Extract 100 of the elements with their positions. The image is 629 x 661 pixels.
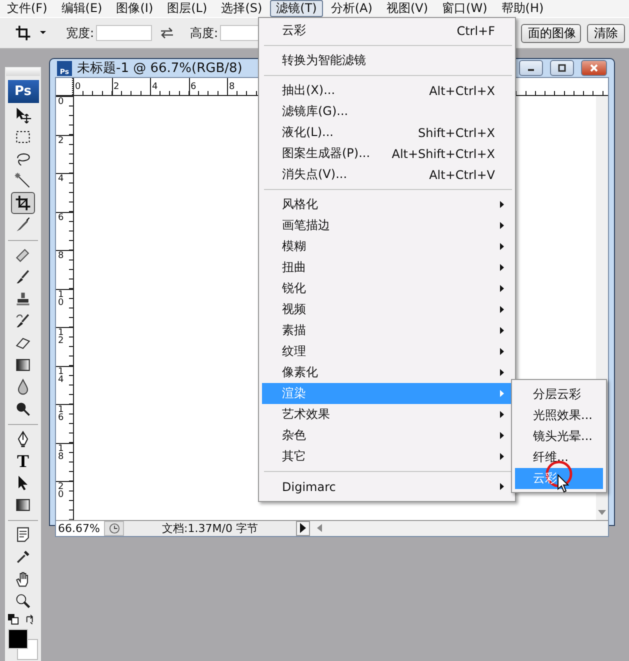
submenu-arrow-icon bbox=[500, 243, 504, 250]
minimize-button[interactable] bbox=[519, 60, 543, 76]
menu-item[interactable]: 图层(L) bbox=[161, 0, 214, 17]
restore-button[interactable] bbox=[550, 60, 574, 76]
menu-item[interactable]: 窗口(W) bbox=[436, 0, 494, 17]
submenu-arrow-icon bbox=[500, 222, 504, 229]
toolbar-button[interactable]: 清除 bbox=[587, 24, 625, 42]
menu-item[interactable]: 消失点(V)... Alt+Ctrl+V bbox=[262, 164, 512, 185]
ruler-number: 6 bbox=[190, 82, 196, 92]
app-logo: Ps bbox=[8, 80, 38, 103]
color-swatches-drawing[interactable] bbox=[7, 629, 39, 661]
scroll-left-icon[interactable] bbox=[316, 524, 322, 532]
menu-item[interactable]: 杂色 bbox=[262, 425, 512, 446]
dodge-icon bbox=[14, 400, 32, 418]
caret-icon[interactable] bbox=[40, 31, 46, 35]
brush-icon bbox=[14, 268, 32, 286]
history-brush-icon bbox=[14, 312, 32, 330]
ruler-number: 2 bbox=[112, 82, 120, 92]
menu-item[interactable]: 视频 bbox=[262, 299, 512, 320]
submenu-arrow-icon bbox=[500, 201, 504, 208]
ruler-number: 18 bbox=[57, 444, 64, 460]
dashed-rectangle-icon bbox=[14, 128, 32, 146]
status-button[interactable] bbox=[104, 520, 124, 536]
swap-colors-icon[interactable] bbox=[25, 614, 36, 625]
play-icon bbox=[300, 523, 306, 533]
crop-icon bbox=[14, 194, 32, 212]
submenu-arrow-icon bbox=[500, 483, 504, 490]
menu-item[interactable]: 选择(S) bbox=[215, 0, 268, 17]
submenu-arrow-icon bbox=[500, 327, 504, 334]
bandage-icon bbox=[14, 246, 32, 264]
ruler-number: 14 bbox=[57, 368, 64, 384]
menu-item[interactable]: 滤镜库(G)... bbox=[262, 101, 512, 122]
toolbox-grip[interactable] bbox=[6, 68, 40, 76]
stamp-icon bbox=[14, 290, 32, 308]
menu-item[interactable]: 扭曲 bbox=[262, 257, 512, 278]
menu-item[interactable]: 抽出(X)... Alt+Ctrl+X bbox=[262, 80, 512, 101]
menu-item[interactable]: 画笔描边 bbox=[262, 215, 512, 236]
move-arrow-icon bbox=[14, 106, 32, 124]
menu-item[interactable]: 镜头光晕... bbox=[515, 426, 603, 447]
submenu-arrow-icon bbox=[500, 264, 504, 271]
menu-item[interactable]: 风格化 bbox=[262, 194, 512, 215]
menu-item[interactable]: 编辑(E) bbox=[55, 0, 108, 17]
zoom-field[interactable]: 66.67% bbox=[56, 520, 104, 536]
menu-item[interactable]: 其它 bbox=[262, 446, 512, 467]
width-label: 宽度: bbox=[66, 24, 94, 42]
note-icon bbox=[14, 526, 32, 544]
ruler-number: 8 bbox=[57, 252, 64, 260]
tool-button[interactable] bbox=[11, 192, 35, 214]
magnifier-icon bbox=[14, 592, 32, 610]
menu-item[interactable]: 帮助(H) bbox=[495, 0, 550, 17]
knife-icon bbox=[14, 216, 32, 234]
menu-item[interactable]: 滤镜(T) bbox=[270, 0, 323, 17]
mouse-cursor-icon bbox=[557, 474, 569, 493]
default-colors-icon[interactable] bbox=[8, 614, 19, 625]
ruler-number: 4 bbox=[57, 175, 64, 183]
menu-item[interactable]: 转换为智能滤镜 bbox=[262, 50, 512, 71]
tool-button[interactable]: T bbox=[11, 450, 35, 472]
scroll-down-icon[interactable] bbox=[598, 510, 606, 516]
swap-icon[interactable] bbox=[160, 27, 174, 39]
menu-item[interactable]: Digimarc bbox=[262, 476, 512, 497]
submenu-arrow-icon bbox=[500, 432, 504, 439]
menu-item[interactable]: 素描 bbox=[262, 320, 512, 341]
rectangle-icon bbox=[14, 496, 32, 514]
restore-icon bbox=[557, 63, 567, 73]
submenu-arrow-icon bbox=[500, 369, 504, 376]
status-menu-button[interactable] bbox=[296, 520, 310, 536]
menu-item[interactable]: 锐化 bbox=[262, 278, 512, 299]
menu-item[interactable]: 文件(F) bbox=[1, 0, 54, 17]
eyedropper-icon bbox=[14, 548, 32, 566]
width-field[interactable] bbox=[96, 25, 152, 41]
submenu-arrow-icon bbox=[500, 390, 504, 397]
menu-item[interactable]: 模糊 bbox=[262, 236, 512, 257]
ruler-number: 12 bbox=[57, 329, 64, 345]
toolbar-button[interactable]: 面的图像 bbox=[521, 24, 581, 42]
horizontal-scrollbar[interactable] bbox=[310, 520, 608, 536]
menu-item[interactable]: 纹理 bbox=[262, 341, 512, 362]
ruler-number: 8 bbox=[228, 82, 235, 92]
menu-item[interactable]: 图像(I) bbox=[110, 0, 160, 17]
menu-item[interactable]: 液化(L)... Shift+Ctrl+X bbox=[262, 122, 512, 143]
menu-item[interactable]: 光照效果... bbox=[515, 405, 603, 426]
crop-icon[interactable] bbox=[14, 24, 32, 42]
menu-item[interactable]: 云彩 Ctrl+F bbox=[262, 20, 512, 41]
ruler-number: 4 bbox=[151, 82, 158, 92]
menu-item[interactable]: 视图(V) bbox=[380, 0, 434, 17]
magic-wand-icon bbox=[14, 172, 32, 190]
menu-item[interactable]: 图案生成器(P)... Alt+Shift+Ctrl+X bbox=[262, 143, 512, 164]
ruler-number: 0 bbox=[57, 98, 64, 106]
close-icon bbox=[589, 63, 599, 73]
ruler-number: 2 bbox=[57, 136, 64, 144]
menu-item[interactable]: 分层云彩 bbox=[515, 384, 603, 405]
close-button[interactable] bbox=[581, 60, 607, 76]
menu-item[interactable]: 艺术效果 bbox=[262, 404, 512, 425]
ruler-number: 0 bbox=[74, 82, 81, 92]
ruler-number: 10 bbox=[57, 290, 64, 306]
submenu-arrow-icon bbox=[500, 348, 504, 355]
menu-item[interactable]: 分析(A) bbox=[324, 0, 378, 17]
menu-item[interactable]: 像素化 bbox=[262, 362, 512, 383]
ruler-number: 6 bbox=[57, 214, 64, 222]
ruler-number: 16 bbox=[57, 406, 64, 422]
menu-item[interactable]: 纤维... bbox=[515, 447, 603, 468]
